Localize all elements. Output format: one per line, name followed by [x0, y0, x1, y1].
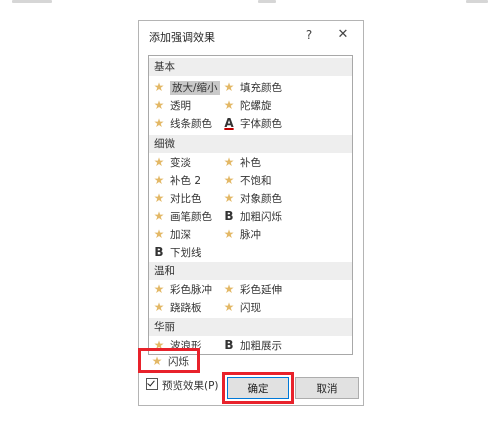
effect-item-color-wave[interactable]: ★ 彩色延伸	[223, 280, 282, 298]
effect-item-complementary-color-2[interactable]: ★ 补色 2	[153, 171, 201, 189]
group-header-moderate: 温和	[149, 262, 352, 280]
effect-item-desaturate-fade[interactable]: ★ 变淡	[153, 153, 191, 171]
star-icon: ★	[223, 173, 235, 187]
star-icon: ★	[153, 116, 165, 130]
star-icon: ★	[223, 191, 235, 205]
checkbox-checked-icon[interactable]	[146, 378, 158, 390]
effect-item-font-color[interactable]: A 字体颜色	[223, 114, 282, 132]
star-icon: ★	[153, 155, 165, 169]
group-header-basic: 基本	[149, 58, 352, 76]
effect-item-transparency[interactable]: ★ 透明	[153, 96, 191, 114]
star-icon: ★	[153, 191, 165, 205]
bold-icon: B	[224, 338, 234, 352]
font-color-icon: A	[224, 116, 234, 130]
dialog-title: 添加强调效果	[149, 31, 215, 44]
highlight-box-sparkle	[138, 348, 200, 373]
star-icon: ★	[153, 98, 165, 112]
effect-item-desaturate[interactable]: ★ 不饱和	[223, 171, 272, 189]
effect-item-darken[interactable]: ★ 加深	[153, 225, 191, 243]
star-icon: ★	[153, 209, 165, 223]
background-window-fragment	[0, 0, 500, 8]
preview-effect-checkbox[interactable]: 预览效果(P)	[146, 378, 219, 394]
effect-item-color-pulse[interactable]: ★ 彩色脉冲	[153, 280, 212, 298]
effect-item-spin[interactable]: ★ 陀螺旋	[223, 96, 272, 114]
star-icon: ★	[153, 300, 165, 314]
preview-effect-label: 预览效果(P)	[162, 380, 219, 392]
star-icon: ★	[153, 173, 165, 187]
star-icon: ★	[153, 80, 165, 94]
star-icon: ★	[223, 282, 235, 296]
effect-item-flicker[interactable]: ★ 闪现	[223, 298, 261, 316]
dialog-titlebar: 添加强调效果 ? ✕	[139, 21, 363, 49]
star-icon: ★	[223, 155, 235, 169]
close-button[interactable]: ✕	[335, 27, 351, 43]
star-icon: ★	[153, 227, 165, 241]
effect-item-contrasting-color[interactable]: ★ 对比色	[153, 189, 202, 207]
effect-item-complementary-color[interactable]: ★ 补色	[223, 153, 261, 171]
effect-item-teeter[interactable]: ★ 跷跷板	[153, 298, 202, 316]
star-icon: ★	[153, 282, 165, 296]
effect-item-fill-color[interactable]: ★ 填充颜色	[223, 78, 282, 96]
group-header-subtle: 细微	[149, 135, 352, 153]
highlight-box-ok	[222, 372, 294, 404]
effects-list[interactable]: 基本 ★ 放大/缩小 ★ 填充颜色 ★ 透明 ★ 陀螺旋 ★ 线条颜色 A 字体颜色 细微 …	[148, 55, 353, 355]
star-icon: ★	[223, 98, 235, 112]
effect-item-line-color[interactable]: ★ 线条颜色	[153, 114, 212, 132]
effect-item-bold-flash[interactable]: B 加粗闪烁	[223, 207, 282, 225]
bold-icon: B	[154, 245, 164, 259]
effect-item-underline[interactable]: B 下划线	[153, 243, 201, 261]
group-header-exciting: 华丽	[149, 318, 352, 336]
effect-item-pulse[interactable]: ★ 脉冲	[223, 225, 261, 243]
help-button[interactable]: ?	[301, 27, 317, 43]
effect-item-grow-shrink[interactable]: ★ 放大/缩小	[153, 78, 220, 96]
effect-item-bold-reveal[interactable]: B 加粗展示	[223, 336, 282, 354]
star-icon: ★	[223, 227, 235, 241]
star-icon: ★	[223, 80, 235, 94]
effect-item-object-color[interactable]: ★ 对象颜色	[223, 189, 282, 207]
cancel-button[interactable]: 取消	[295, 377, 359, 399]
bold-icon: B	[224, 209, 234, 223]
star-icon: ★	[223, 300, 235, 314]
effect-item-brush-color[interactable]: ★ 画笔颜色	[153, 207, 212, 225]
